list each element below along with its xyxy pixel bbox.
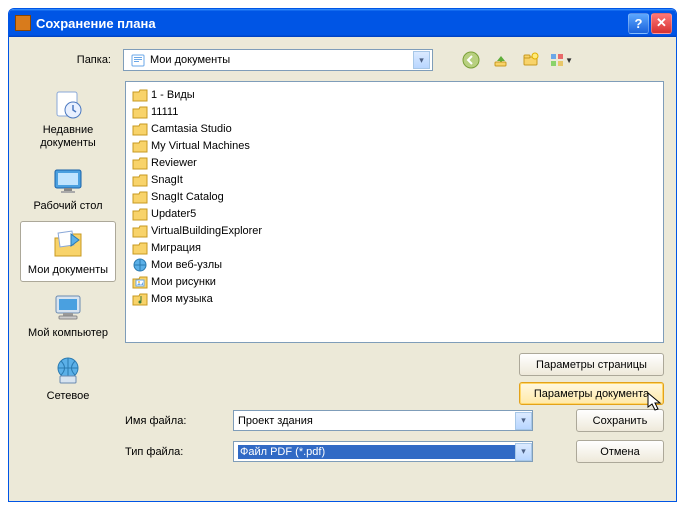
save-dialog: Сохранение плана ? ✕ Папка: Мои документ…: [8, 8, 677, 502]
right-area: 1 - Виды 11111 Camtasia Studio My Virtual M…: [125, 81, 664, 491]
file-name: Мои веб-узлы: [151, 259, 222, 271]
file-name: Мои рисунки: [151, 276, 216, 288]
file-item[interactable]: Updater5: [132, 205, 292, 222]
filetype-label: Тип файла:: [125, 446, 223, 458]
file-name: My Virtual Machines: [151, 140, 250, 152]
file-item[interactable]: SnagIt Catalog: [132, 188, 292, 205]
folder-icon: [132, 104, 148, 120]
places-computer[interactable]: Мой компьютер: [20, 284, 116, 345]
help-button[interactable]: ?: [628, 13, 649, 34]
file-name: Camtasia Studio: [151, 123, 232, 135]
places-bar: Недавние документы Рабочий стол Мои докуме…: [19, 81, 117, 491]
filetype-select[interactable]: Файл PDF (*.pdf) ▾: [233, 441, 533, 462]
folder-combo[interactable]: Мои документы ▾: [123, 49, 433, 71]
file-item[interactable]: Мои рисунки: [132, 273, 292, 290]
web-icon: [132, 257, 148, 273]
options-buttons: Параметры страницы Параметры документа: [125, 343, 664, 409]
file-item[interactable]: Моя музыка: [132, 290, 292, 307]
window-title: Сохранение плана: [36, 16, 626, 31]
views-menu-button[interactable]: ▼: [549, 48, 573, 72]
recent-icon: [51, 88, 85, 120]
computer-icon: [51, 291, 85, 323]
filename-value: Проект здания: [238, 415, 515, 427]
chevron-down-icon[interactable]: ▾: [515, 412, 532, 430]
folder-icon: [132, 138, 148, 154]
desktop-icon: [51, 164, 85, 196]
form-rows: Имя файла: Проект здания ▾ Сохранить Тип…: [125, 409, 664, 463]
file-item[interactable]: Мои веб-узлы: [132, 256, 292, 273]
folder-icon: [132, 172, 148, 188]
mydocs-icon: [51, 228, 85, 260]
file-name: VirtualBuildingExplorer: [151, 225, 262, 237]
chevron-down-icon[interactable]: ▾: [413, 51, 430, 69]
dialog-body: Папка: Мои документы ▾ ▼: [9, 37, 676, 501]
filename-input[interactable]: Проект здания ▾: [233, 410, 533, 431]
filename-row: Имя файла: Проект здания ▾ Сохранить: [125, 409, 664, 432]
up-one-level-button[interactable]: [489, 48, 513, 72]
places-mydocs[interactable]: Мои документы: [20, 221, 116, 282]
places-recent[interactable]: Недавние документы: [20, 81, 116, 155]
folder-icon: [132, 189, 148, 205]
mydocs-icon: [130, 52, 146, 68]
save-button[interactable]: Сохранить: [576, 409, 664, 432]
file-item[interactable]: 1 - Виды: [132, 86, 292, 103]
place-label: Рабочий стол: [23, 200, 113, 213]
app-icon: [15, 15, 31, 31]
file-name: Миграция: [151, 242, 201, 254]
titlebar[interactable]: Сохранение плана ? ✕: [9, 9, 676, 37]
network-icon: [51, 354, 85, 386]
file-item[interactable]: My Virtual Machines: [132, 137, 292, 154]
file-list[interactable]: 1 - Виды 11111 Camtasia Studio My Virtual M…: [125, 81, 664, 343]
file-item[interactable]: Camtasia Studio: [132, 120, 292, 137]
places-network[interactable]: Сетевое: [20, 347, 116, 408]
file-name: Моя музыка: [151, 293, 213, 305]
file-name: 11111: [151, 106, 178, 118]
places-desktop[interactable]: Рабочий стол: [20, 157, 116, 218]
folder-icon: [132, 206, 148, 222]
file-name: Updater5: [151, 208, 196, 220]
folder-label: Папка:: [19, 54, 117, 66]
file-name: SnagIt Catalog: [151, 191, 224, 203]
filetype-value: Файл PDF (*.pdf): [238, 445, 515, 459]
file-item[interactable]: SnagIt: [132, 171, 292, 188]
folder-combo-text: Мои документы: [150, 54, 413, 66]
folder-icon: [132, 155, 148, 171]
folder-icon: [132, 87, 148, 103]
close-button[interactable]: ✕: [651, 13, 672, 34]
back-button[interactable]: [459, 48, 483, 72]
folder-row: Папка: Мои документы ▾ ▼: [19, 47, 664, 73]
file-name: 1 - Виды: [151, 89, 195, 101]
page-setup-button[interactable]: Параметры страницы: [519, 353, 664, 376]
chevron-down-icon: ▼: [565, 56, 573, 65]
file-item[interactable]: Reviewer: [132, 154, 292, 171]
document-options-button[interactable]: Параметры документа: [519, 382, 664, 405]
file-item[interactable]: 11111: [132, 103, 292, 120]
file-item[interactable]: Миграция: [132, 239, 292, 256]
place-label: Недавние документы: [23, 124, 113, 150]
place-label: Мои документы: [23, 264, 113, 277]
middle-area: Недавние документы Рабочий стол Мои докуме…: [19, 81, 664, 491]
file-name: SnagIt: [151, 174, 183, 186]
place-label: Сетевое: [23, 390, 113, 403]
folder-icon: [132, 121, 148, 137]
new-folder-button[interactable]: [519, 48, 543, 72]
place-label: Мой компьютер: [23, 327, 113, 340]
file-name: Reviewer: [151, 157, 197, 169]
music-icon: [132, 291, 148, 307]
cancel-button[interactable]: Отмена: [576, 440, 664, 463]
folder-icon: [132, 240, 148, 256]
pics-icon: [132, 274, 148, 290]
filetype-row: Тип файла: Файл PDF (*.pdf) ▾ Отмена: [125, 440, 664, 463]
file-item[interactable]: VirtualBuildingExplorer: [132, 222, 292, 239]
folder-icon: [132, 223, 148, 239]
filename-label: Имя файла:: [125, 415, 223, 427]
chevron-down-icon[interactable]: ▾: [515, 443, 532, 461]
